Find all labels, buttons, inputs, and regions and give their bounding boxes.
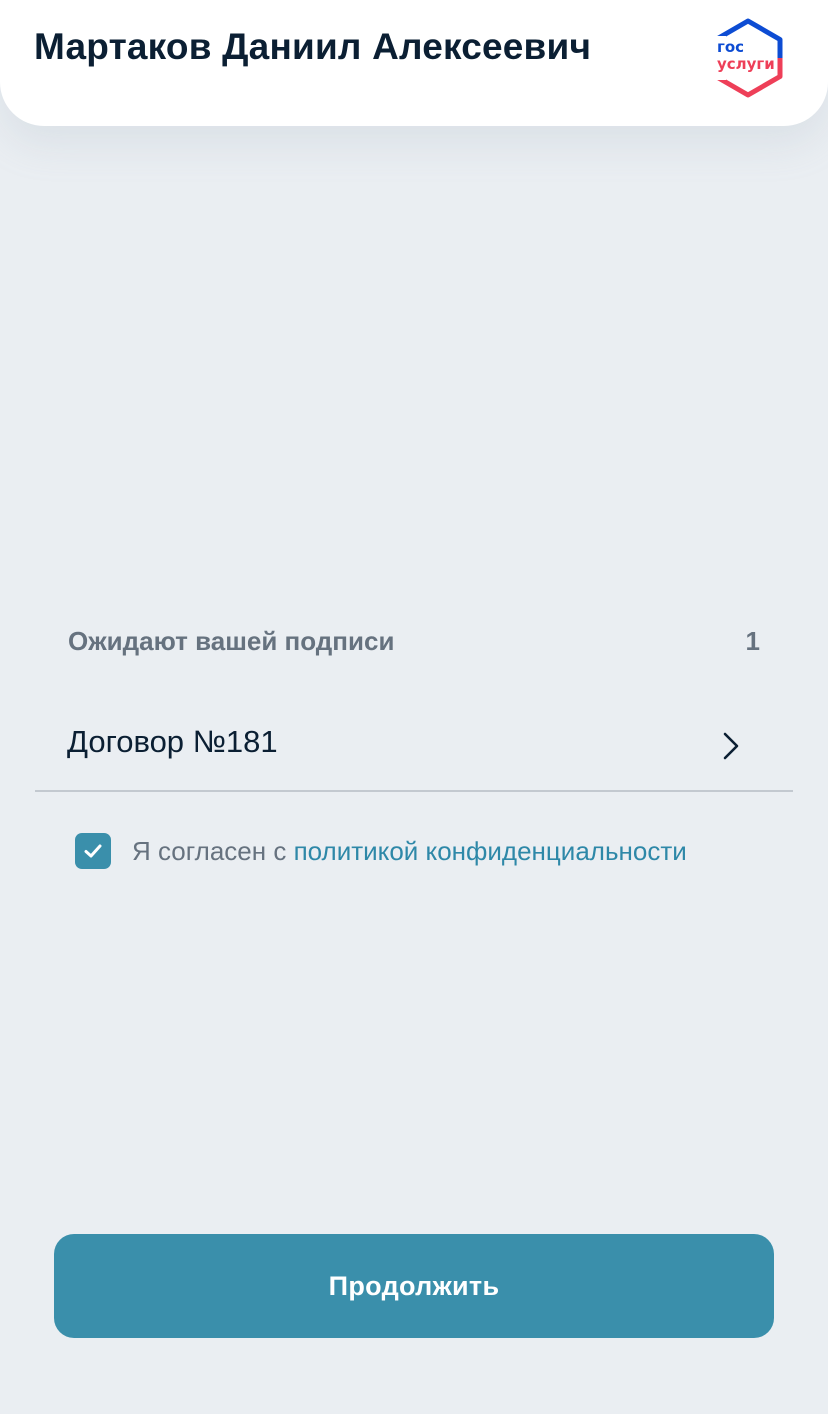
logo-text-line1: гос [717, 38, 745, 56]
logo-text-line2: услуги [717, 55, 775, 73]
user-name: Мартаков Даниил Алексеевич [34, 26, 592, 67]
document-list-item[interactable]: Договор №181 [35, 700, 793, 792]
privacy-agreement-prefix: Я согласен с [132, 835, 294, 866]
privacy-agreement-row: Я согласен с политикой конфиденциальност… [75, 833, 687, 869]
gosuslugi-logo-icon: гос услуги [708, 18, 788, 98]
header: Мартаков Даниил Алексеевич гос услуги [0, 0, 828, 126]
pending-signatures-label: Ожидают вашей подписи [68, 626, 395, 656]
pending-signatures-count: 1 [745, 626, 760, 656]
document-title: Договор №181 [67, 724, 278, 759]
checkmark-icon [84, 844, 102, 858]
privacy-policy-link[interactable]: политикой конфиденциальности [294, 836, 687, 866]
privacy-agreement-text: Я согласен с политикой конфиденциальност… [132, 836, 687, 867]
privacy-agreement-checkbox[interactable] [75, 833, 111, 869]
chevron-right-icon [723, 732, 739, 760]
continue-button[interactable]: Продолжить [54, 1234, 774, 1338]
